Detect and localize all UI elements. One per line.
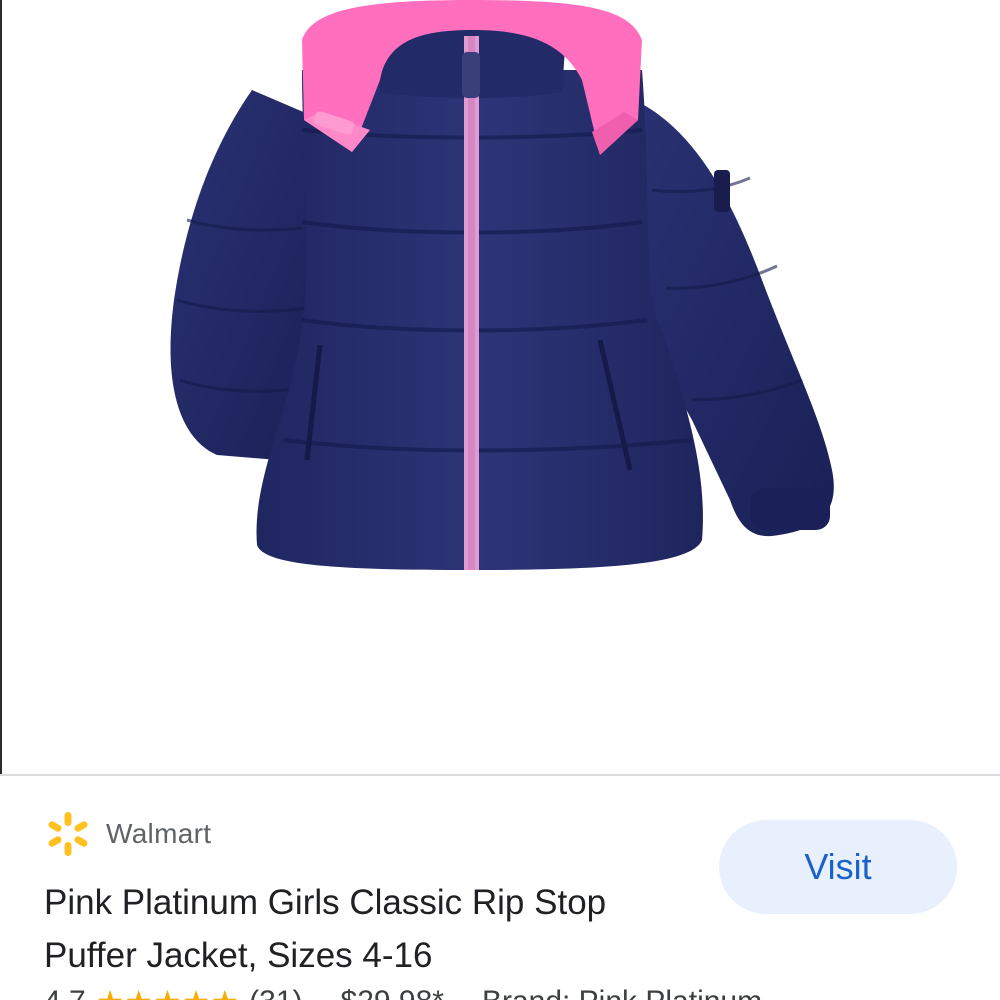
merchant-name: Walmart: [106, 818, 212, 849]
product-meta-row: 4.7 ★ ★ ★ ★ ★ (31) · $29.98* · Brand: Pi…: [44, 982, 762, 1000]
rating-value: 4.7: [44, 985, 86, 1000]
star-icon: ★: [210, 986, 239, 1000]
separator-dot: ·: [317, 985, 327, 1000]
separator-dot: ·: [458, 985, 468, 1000]
shopping-result-card: Walmart Pink Platinum Girls Classic Rip …: [0, 0, 1000, 1000]
star-icon: ★: [96, 986, 125, 1000]
brand: Brand: Pink Platinum: [482, 985, 762, 1000]
star-icon: ★: [182, 986, 211, 1000]
product-info-panel: Walmart Pink Platinum Girls Classic Rip …: [0, 776, 1000, 1000]
walmart-spark-icon: [48, 812, 88, 856]
puffer-jacket-illustration: [170, 0, 834, 570]
star-rating: ★ ★ ★ ★ ★: [96, 986, 239, 1000]
review-count[interactable]: (31): [249, 985, 302, 1000]
product-image[interactable]: [2, 0, 1000, 775]
merchant-row[interactable]: Walmart: [44, 808, 211, 860]
visit-button[interactable]: Visit: [719, 820, 957, 914]
star-icon: ★: [124, 986, 153, 1000]
star-icon: ★: [153, 986, 182, 1000]
price: $29.98*: [341, 985, 444, 1000]
product-title[interactable]: Pink Platinum Girls Classic Rip Stop Puf…: [44, 876, 704, 982]
